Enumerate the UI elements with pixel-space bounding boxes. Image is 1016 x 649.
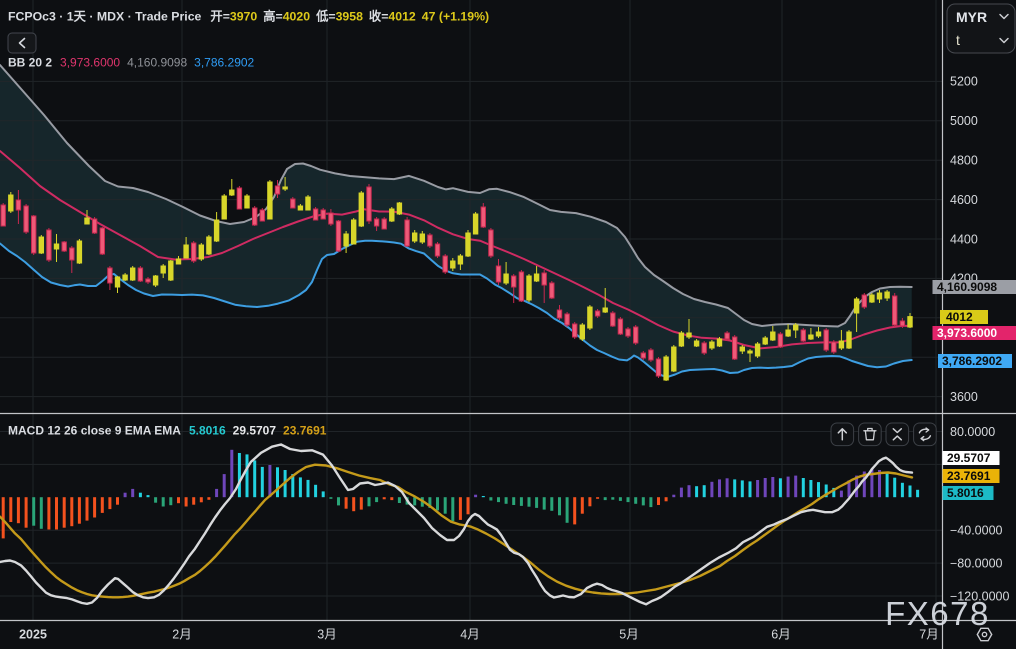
svg-text:2025: 2025 [19, 628, 47, 642]
svg-text:4月: 4月 [460, 628, 479, 642]
svg-text:3月: 3月 [317, 628, 336, 642]
svg-text:29.5707: 29.5707 [947, 451, 991, 465]
svg-text:23.7691: 23.7691 [947, 469, 991, 483]
svg-text:3,786.2902: 3,786.2902 [942, 354, 1002, 368]
svg-text:t: t [956, 32, 960, 48]
svg-text:−40.0000: −40.0000 [950, 524, 1003, 538]
svg-text:5.8016: 5.8016 [947, 486, 984, 500]
svg-text:5000: 5000 [950, 114, 978, 128]
svg-text:3,973.6000: 3,973.6000 [937, 326, 997, 340]
svg-text:4600: 4600 [950, 193, 978, 207]
svg-text:3600: 3600 [950, 390, 978, 404]
svg-text:FX678: FX678 [885, 595, 990, 632]
svg-text:4800: 4800 [950, 154, 978, 168]
svg-text:2月: 2月 [172, 628, 191, 642]
svg-text:−80.0000: −80.0000 [950, 556, 1003, 570]
svg-text:BB 20 23,973.60004,160.90983,7: BB 20 2 3,973.6000 4,160.9098 3,786.2902 [8, 56, 255, 70]
svg-text:4012: 4012 [946, 310, 973, 324]
svg-text:5200: 5200 [950, 75, 978, 89]
svg-text:4400: 4400 [950, 232, 978, 246]
svg-text:80.0000: 80.0000 [950, 425, 995, 439]
svg-text:6月: 6月 [771, 628, 790, 642]
svg-text:4,160.9098: 4,160.9098 [937, 280, 997, 294]
svg-text:MYR: MYR [956, 9, 987, 25]
svg-text:5月: 5月 [619, 628, 638, 642]
